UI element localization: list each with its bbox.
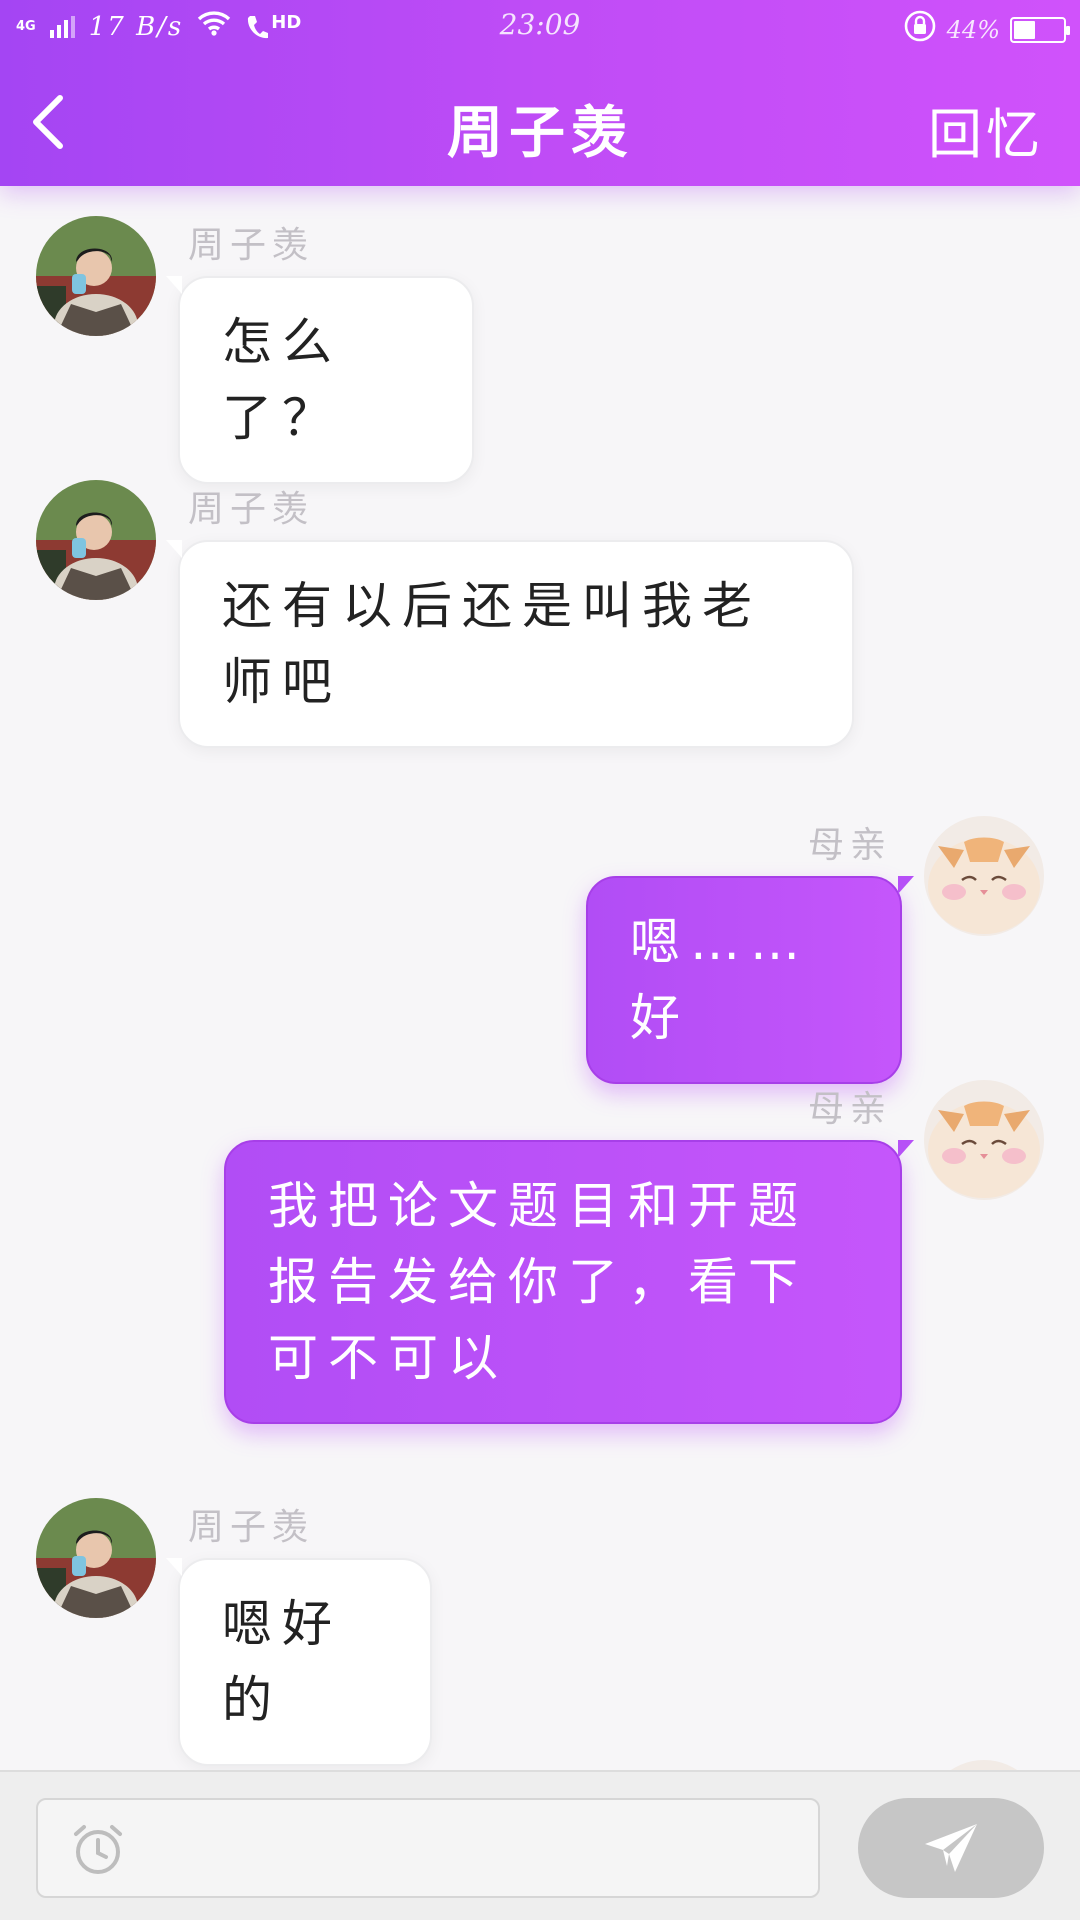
status-right: 44% — [903, 9, 1070, 50]
sender-name: 母亲 — [807, 1089, 892, 1130]
avatar[interactable] — [36, 216, 156, 336]
status-bar: 4G 17 B/s HD 23:09 44% — [0, 0, 1080, 52]
battery-icon — [1010, 16, 1070, 43]
sender-name: 母亲 — [807, 825, 892, 866]
avatar[interactable] — [36, 1498, 156, 1618]
message-bubble[interactable]: 还有以后还是叫我老师吧 — [166, 540, 854, 748]
send-button[interactable] — [858, 1798, 1044, 1898]
composer-bar — [0, 1770, 1080, 1920]
avatar[interactable] — [924, 1080, 1044, 1200]
battery-percent: 44% — [946, 15, 1000, 44]
avatar[interactable] — [924, 816, 1044, 936]
message-list[interactable]: 周子羡 怎么了？ 周子羡 还有以后还是叫我老师吧 母亲 嗯……好 母亲 我把论文… — [0, 186, 1080, 1770]
memory-button[interactable]: 回忆 — [928, 90, 1044, 169]
message-bubble[interactable]: 我把论文题目和开题报告发给你了，看下可不可以 — [224, 1140, 914, 1424]
page-title: 周子羡 — [447, 101, 633, 166]
battery-level — [1014, 20, 1036, 39]
sender-name: 周子羡 — [188, 1507, 315, 1548]
message-input[interactable] — [36, 1798, 820, 1898]
rotation-lock-icon — [903, 9, 937, 50]
message-bubble[interactable]: 嗯……好 — [586, 876, 914, 1084]
message-bubble[interactable]: 怎么了？ — [166, 276, 474, 484]
message-bubble[interactable]: 嗯好的 — [166, 1558, 432, 1766]
alarm-clock-icon[interactable] — [70, 1822, 126, 1878]
paper-plane-icon — [925, 1824, 977, 1872]
app-header: 4G 17 B/s HD 23:09 44% 周子羡 回忆 — [0, 0, 1080, 186]
avatar[interactable] — [36, 480, 156, 600]
sender-name: 周子羡 — [188, 225, 315, 266]
avatar[interactable] — [924, 1760, 1044, 1770]
sender-name: 周子羡 — [188, 489, 315, 530]
